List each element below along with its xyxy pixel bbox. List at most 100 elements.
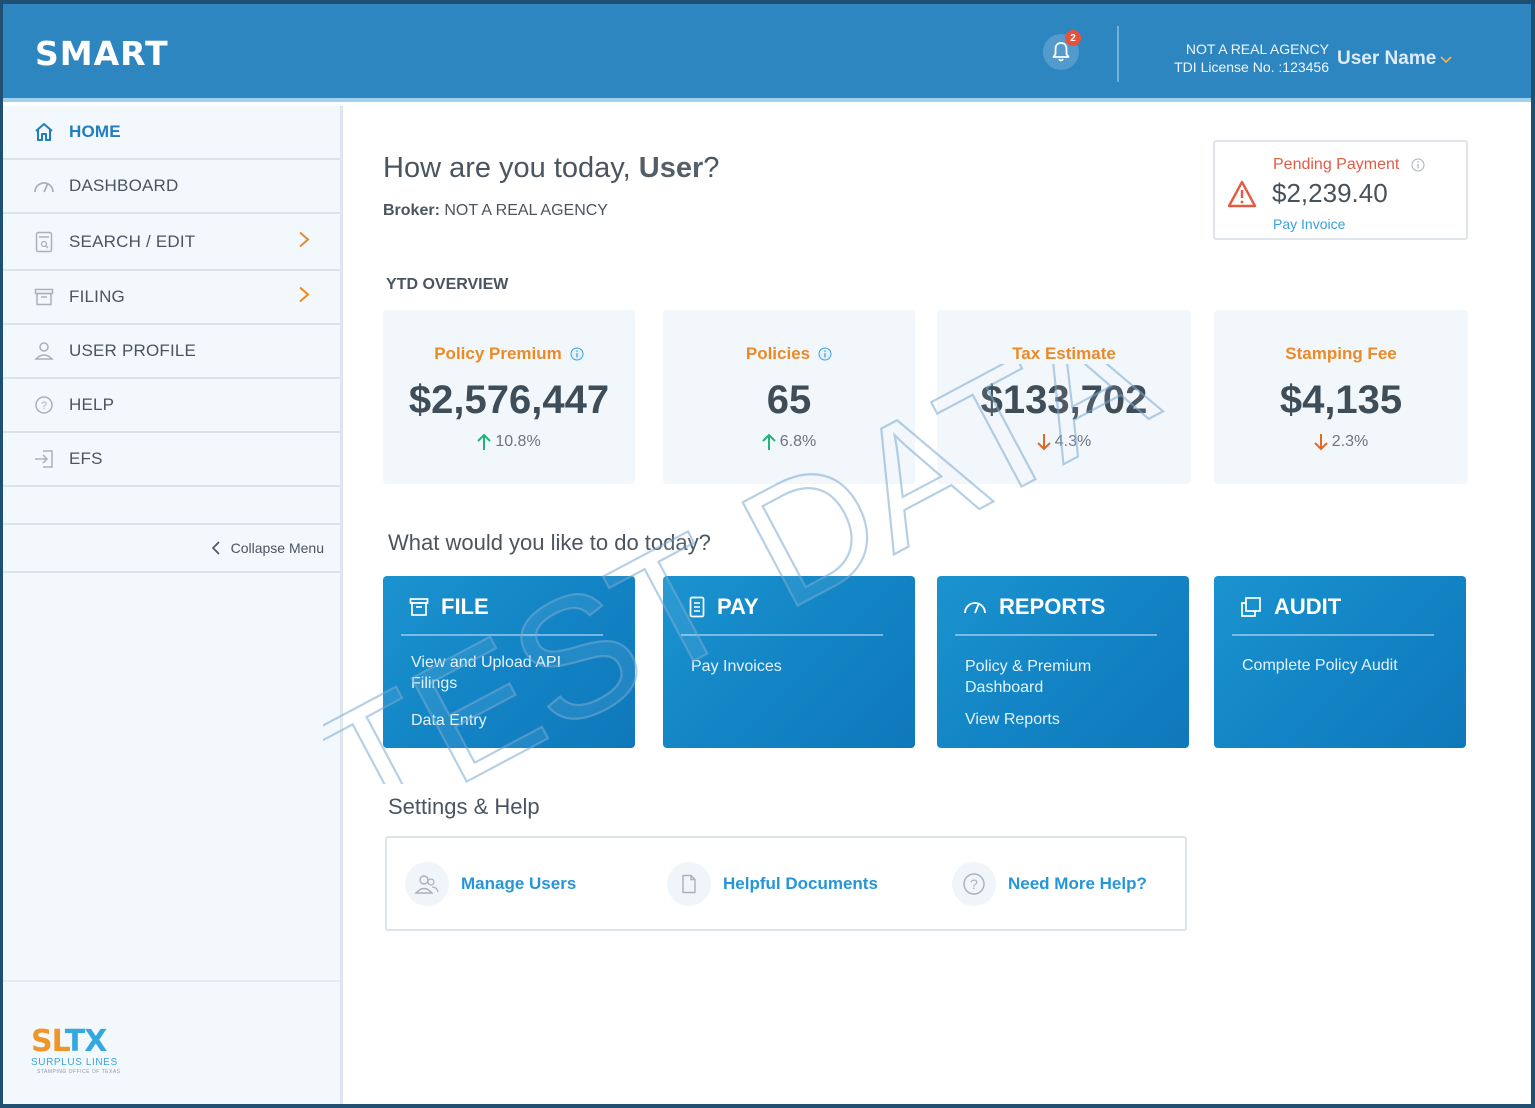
notifications-button[interactable]: 2: [1043, 30, 1081, 70]
divider: [681, 634, 883, 636]
action-card-title: REPORTS: [999, 594, 1106, 619]
arrow-down-icon: [1314, 434, 1328, 451]
warning-triangle-icon: [1227, 180, 1257, 213]
data-entry-link[interactable]: Data Entry: [411, 710, 487, 731]
app-window: SMART 2 NOT A REAL AGENCY TDI License No…: [3, 4, 1531, 1104]
sidebar-item-label: HELP: [69, 395, 115, 414]
sidebar-item-user-profile[interactable]: USER PROFILE: [3, 325, 340, 379]
stat-value: $133,702: [980, 378, 1148, 422]
helpful-documents-link[interactable]: Helpful Documents: [667, 862, 878, 906]
stat-value: 65: [766, 378, 812, 422]
logo-tagline: STAMPING OFFICE OF TEXAS: [37, 1069, 121, 1075]
app-title: SMART: [35, 34, 169, 73]
action-card-audit[interactable]: AUDIT Complete Policy Audit: [1214, 576, 1466, 748]
agency-name: NOT A REAL AGENCY: [1185, 41, 1329, 57]
agency-info: NOT A REAL AGENCY TDI License No. :12345…: [1143, 40, 1329, 76]
user-icon: [33, 340, 55, 362]
view-upload-filings-link[interactable]: View and Upload API Filings: [411, 652, 591, 694]
stat-change: 2.3%: [1214, 433, 1468, 451]
settings-help-panel: Manage Users Helpful Documents ? Need Mo…: [385, 836, 1187, 931]
gauge-icon: [964, 602, 986, 614]
chevron-left-icon: [211, 541, 220, 555]
settings-help-heading: Settings & Help: [388, 794, 540, 819]
stat-card-stamping-fee: Stamping Fee $4,135 2.3%: [1214, 310, 1468, 484]
broker-value: NOT A REAL AGENCY: [444, 202, 608, 219]
stat-title: Stamping Fee: [1285, 344, 1397, 363]
sidebar-item-efs[interactable]: EFS: [3, 433, 340, 487]
action-card-header: REPORTS: [963, 594, 1105, 620]
users-icon: [405, 862, 449, 906]
invoice-icon: [689, 596, 705, 618]
sidebar-item-dashboard[interactable]: DASHBOARD: [3, 160, 340, 214]
divider: [955, 634, 1157, 636]
action-card-pay[interactable]: PAY Pay Invoices: [663, 576, 915, 748]
svg-text:?: ?: [970, 876, 978, 892]
sidebar-item-help[interactable]: ? HELP: [3, 379, 340, 433]
pending-payment-card: Pending Payment $2,239.40 Pay Invoice: [1213, 140, 1468, 240]
arrow-up-icon: [477, 433, 492, 450]
sidebar-divider: [3, 980, 340, 982]
chevron-right-icon[interactable]: [298, 230, 310, 253]
view-reports-link[interactable]: View Reports: [965, 709, 1060, 730]
collapse-menu-label: Collapse Menu: [230, 540, 324, 556]
sidebar-item-label: FILING: [69, 287, 125, 306]
sidebar-item-filing[interactable]: FILING: [3, 271, 340, 325]
divider: [401, 634, 603, 636]
license-number: TDI License No. :123456: [1174, 59, 1329, 75]
pay-invoices-link[interactable]: Pay Invoices: [691, 656, 782, 677]
stat-change: 4.3%: [937, 433, 1191, 451]
chevron-down-icon[interactable]: [1439, 52, 1453, 68]
action-card-reports[interactable]: REPORTS Policy & Premium Dashboard View …: [937, 576, 1189, 748]
logo-subtitle: SURPLUS LINES: [31, 1057, 118, 1068]
svg-text:?: ?: [41, 400, 47, 412]
action-card-title: PAY: [717, 594, 759, 619]
action-card-header: FILE: [409, 594, 489, 620]
stat-value: $4,135: [1279, 378, 1403, 422]
sidebar-spacer: [3, 487, 340, 525]
policy-premium-dashboard-link[interactable]: Policy & Premium Dashboard: [965, 656, 1115, 698]
info-icon[interactable]: [818, 347, 832, 361]
ytd-overview-heading: YTD OVERVIEW: [386, 276, 509, 293]
broker-line: Broker: NOT A REAL AGENCY: [383, 202, 608, 220]
archive-box-icon: [33, 286, 55, 308]
action-card-title: FILE: [441, 594, 489, 619]
chevron-right-icon[interactable]: [298, 286, 310, 309]
action-card-file[interactable]: FILE View and Upload API Filings Data En…: [383, 576, 635, 748]
sidebar-item-label: USER PROFILE: [69, 341, 197, 360]
sltx-logo: SLTX SURPLUS LINES STAMPING OFFICE OF TE…: [31, 1024, 131, 1075]
search-document-icon: [33, 231, 55, 253]
stat-title: Tax Estimate: [1012, 344, 1116, 363]
info-icon[interactable]: [570, 347, 584, 361]
complete-policy-audit-link[interactable]: Complete Policy Audit: [1242, 655, 1398, 676]
user-menu[interactable]: User Name: [1337, 48, 1436, 70]
notification-badge: 2: [1065, 30, 1081, 46]
arrow-down-icon: [1037, 434, 1051, 451]
info-icon[interactable]: [1411, 158, 1425, 177]
sidebar-item-search-edit[interactable]: SEARCH / EDIT: [3, 214, 340, 271]
header-divider: [1117, 26, 1119, 82]
stat-change: 10.8%: [383, 433, 635, 451]
action-card-header: AUDIT: [1240, 594, 1341, 620]
help-circle-icon: ?: [33, 394, 55, 416]
top-bar: SMART 2 NOT A REAL AGENCY TDI License No…: [3, 4, 1531, 102]
greeting-suffix: ?: [703, 152, 720, 184]
stat-value: $2,576,447: [408, 378, 610, 422]
action-card-header: PAY: [689, 594, 759, 620]
sidebar-item-label: DASHBOARD: [69, 176, 179, 195]
collapse-menu-button[interactable]: Collapse Menu: [3, 525, 340, 573]
need-more-help-link[interactable]: ? Need More Help?: [952, 862, 1147, 906]
arrow-up-icon: [762, 433, 776, 450]
pending-payment-title: Pending Payment: [1273, 156, 1400, 173]
logo-wordmark: SLTX: [31, 1024, 107, 1059]
manage-users-link[interactable]: Manage Users: [405, 862, 576, 906]
pay-invoice-link[interactable]: Pay Invoice: [1273, 216, 1345, 232]
stat-change: 6.8%: [663, 433, 915, 451]
stat-card-tax-estimate: Tax Estimate $133,702 4.3%: [937, 310, 1191, 484]
document-icon: [667, 862, 711, 906]
sidebar-item-home[interactable]: HOME: [3, 106, 340, 160]
greeting-prefix: How are you today,: [383, 152, 631, 184]
broker-label: Broker:: [383, 202, 440, 219]
help-circle-icon: ?: [952, 862, 996, 906]
home-icon: [33, 121, 55, 143]
actions-heading: What would you like to do today?: [388, 530, 711, 555]
